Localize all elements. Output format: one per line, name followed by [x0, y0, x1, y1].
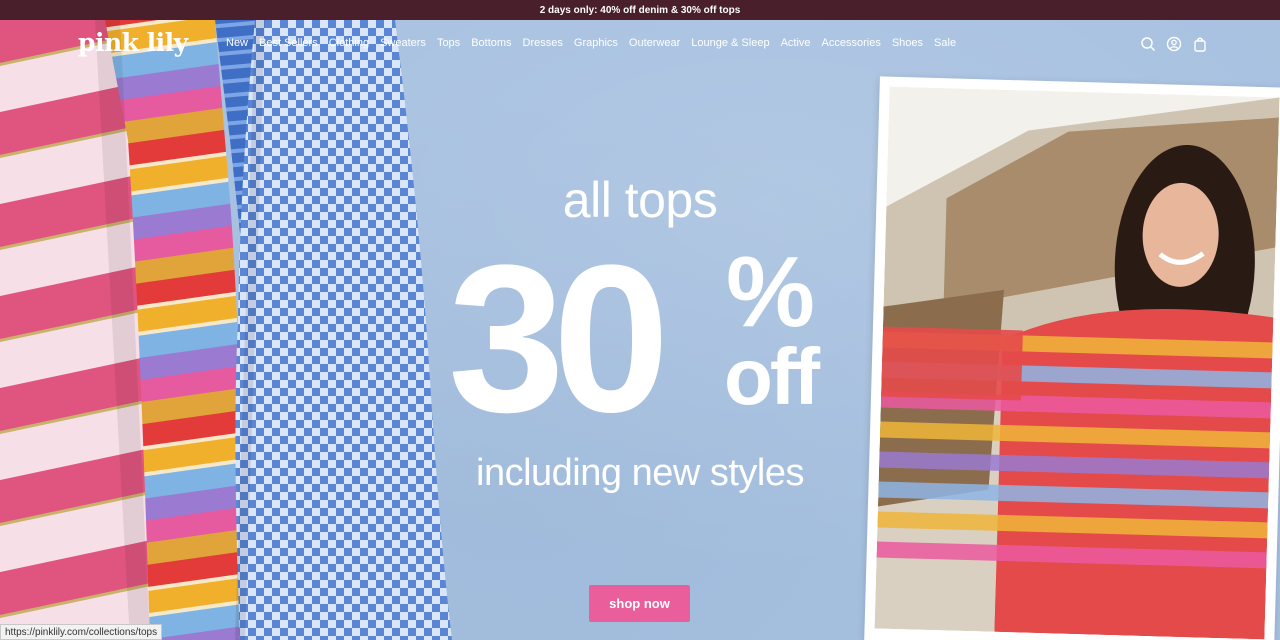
nav-item-bottoms[interactable]: Bottoms [471, 37, 511, 49]
announcement-text[interactable]: 2 days only: 40% off denim & 30% off top… [540, 5, 741, 16]
header-icons [1140, 36, 1208, 52]
account-icon[interactable] [1166, 36, 1182, 52]
bag-icon[interactable] [1192, 36, 1208, 52]
discount-off: off [724, 332, 820, 421]
nav-item-graphics[interactable]: Graphics [574, 37, 618, 49]
nav-item-active[interactable]: Active [781, 37, 811, 49]
model-photo [874, 86, 1280, 640]
site-header: pink lily New Best Sellers Clothing Swea… [0, 20, 1280, 68]
nav-item-new[interactable]: New [226, 37, 248, 49]
announcement-bar[interactable]: 2 days only: 40% off denim & 30% off top… [0, 0, 1280, 20]
nav-item-sweaters[interactable]: Sweaters [380, 37, 426, 49]
promo-subline: including new styles [476, 452, 804, 494]
discount-percent: % [726, 236, 815, 348]
shop-now-button[interactable]: shop now [589, 585, 690, 622]
search-icon[interactable] [1140, 36, 1156, 52]
model-image [874, 86, 1280, 640]
main-nav: New Best Sellers Clothing Sweaters Tops … [226, 37, 967, 49]
promo-discount: 30 % off [440, 234, 840, 450]
nav-item-dresses[interactable]: Dresses [523, 37, 563, 49]
nav-item-outerwear[interactable]: Outerwear [629, 37, 680, 49]
nav-item-accessories[interactable]: Accessories [822, 37, 881, 49]
hero-banner[interactable]: all tops 30 % off including new styles s… [0, 20, 1280, 640]
sweaters-image [0, 20, 452, 640]
status-bar-url: https://pinklily.com/collections/tops [0, 624, 163, 640]
nav-item-tops[interactable]: Tops [437, 37, 460, 49]
nav-item-lounge-sleep[interactable]: Lounge & Sleep [691, 37, 769, 49]
discount-number: 30 [448, 221, 670, 456]
nav-item-clothing[interactable]: Clothing [329, 37, 369, 49]
nav-item-sale[interactable]: Sale [934, 37, 956, 49]
pink-lily-logo[interactable]: pink lily [78, 28, 188, 57]
nav-item-shoes[interactable]: Shoes [892, 37, 923, 49]
model-photo-frame [864, 76, 1280, 640]
promo-text-block: all tops 30 % off including new styles [440, 170, 840, 495]
nav-item-best-sellers[interactable]: Best Sellers [259, 37, 318, 49]
